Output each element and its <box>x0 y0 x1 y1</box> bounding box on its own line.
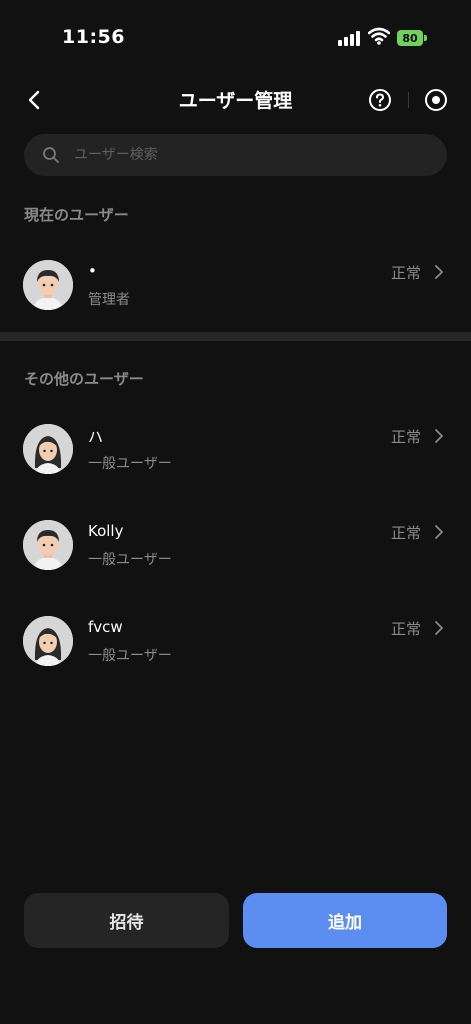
target-icon[interactable] <box>424 88 448 112</box>
user-row[interactable]: ハ 一般ユーザー 正常 <box>0 412 471 488</box>
chevron-right-icon <box>435 265 443 279</box>
chevron-right-icon <box>435 621 443 635</box>
chevron-right-icon <box>435 429 443 443</box>
user-name: fvcw <box>88 618 123 636</box>
male-avatar <box>23 260 73 310</box>
search-input[interactable] <box>74 134 434 176</box>
user-row-current[interactable]: • 管理者 正常 <box>0 248 471 324</box>
user-status: 正常 <box>391 524 422 542</box>
chevron-right-icon <box>435 525 443 539</box>
user-role: 管理者 <box>88 292 130 308</box>
help-icon[interactable] <box>368 88 392 112</box>
search-bar[interactable] <box>24 134 447 176</box>
other-users-section-title: その他のユーザー <box>24 370 144 388</box>
back-button[interactable] <box>20 86 48 114</box>
cellular-signal-icon <box>338 30 362 46</box>
chevron-left-icon <box>28 90 40 110</box>
user-role: 一般ユーザー <box>88 648 172 664</box>
add-user-button[interactable]: 追加 <box>243 893 447 948</box>
user-name: ハ <box>88 428 104 446</box>
page-title: ユーザー管理 <box>178 90 293 112</box>
female-avatar <box>23 424 73 474</box>
male-avatar <box>23 520 73 570</box>
status-time: 11:56 <box>62 26 125 48</box>
user-role: 一般ユーザー <box>88 456 172 472</box>
search-icon <box>43 147 59 163</box>
user-row[interactable]: Kolly 一般ユーザー 正常 <box>0 508 471 584</box>
battery-icon: 80 <box>397 30 423 46</box>
user-status: 正常 <box>391 428 422 446</box>
battery-level: 80 <box>402 31 418 45</box>
user-status: 正常 <box>391 620 422 638</box>
female-avatar <box>23 616 73 666</box>
user-row[interactable]: fvcw 一般ユーザー 正常 <box>0 604 471 680</box>
user-role: 一般ユーザー <box>88 552 172 568</box>
user-status: 正常 <box>391 264 422 282</box>
wifi-icon <box>368 27 390 45</box>
user-name: Kolly <box>88 522 124 540</box>
section-divider <box>0 332 471 341</box>
user-name: • <box>88 262 97 280</box>
header-divider <box>408 92 409 108</box>
invite-button[interactable]: 招待 <box>24 893 229 948</box>
current-users-section-title: 現在のユーザー <box>24 206 129 224</box>
battery-tip <box>424 35 427 41</box>
